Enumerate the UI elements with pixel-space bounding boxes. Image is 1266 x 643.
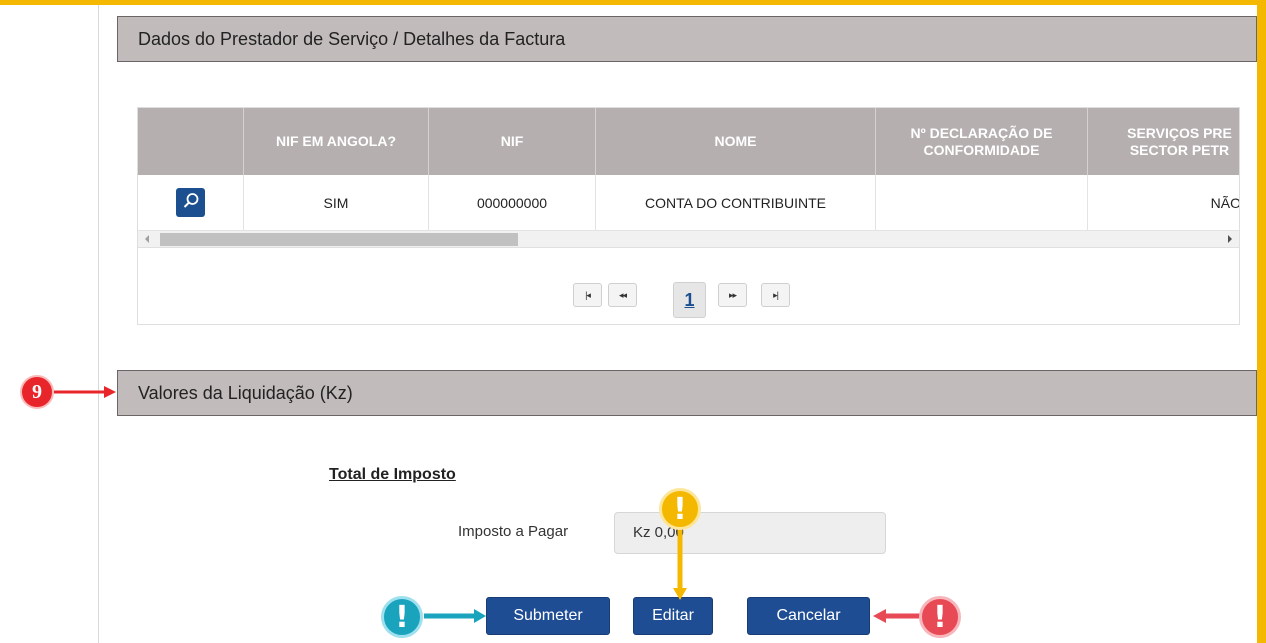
annotation-arrows xyxy=(54,386,926,623)
step-number-badge: 9 xyxy=(20,375,54,409)
alert-red-icon: ! xyxy=(919,596,961,638)
alert-yellow-icon: ! xyxy=(659,488,701,530)
alert-teal-icon: ! xyxy=(381,596,423,638)
